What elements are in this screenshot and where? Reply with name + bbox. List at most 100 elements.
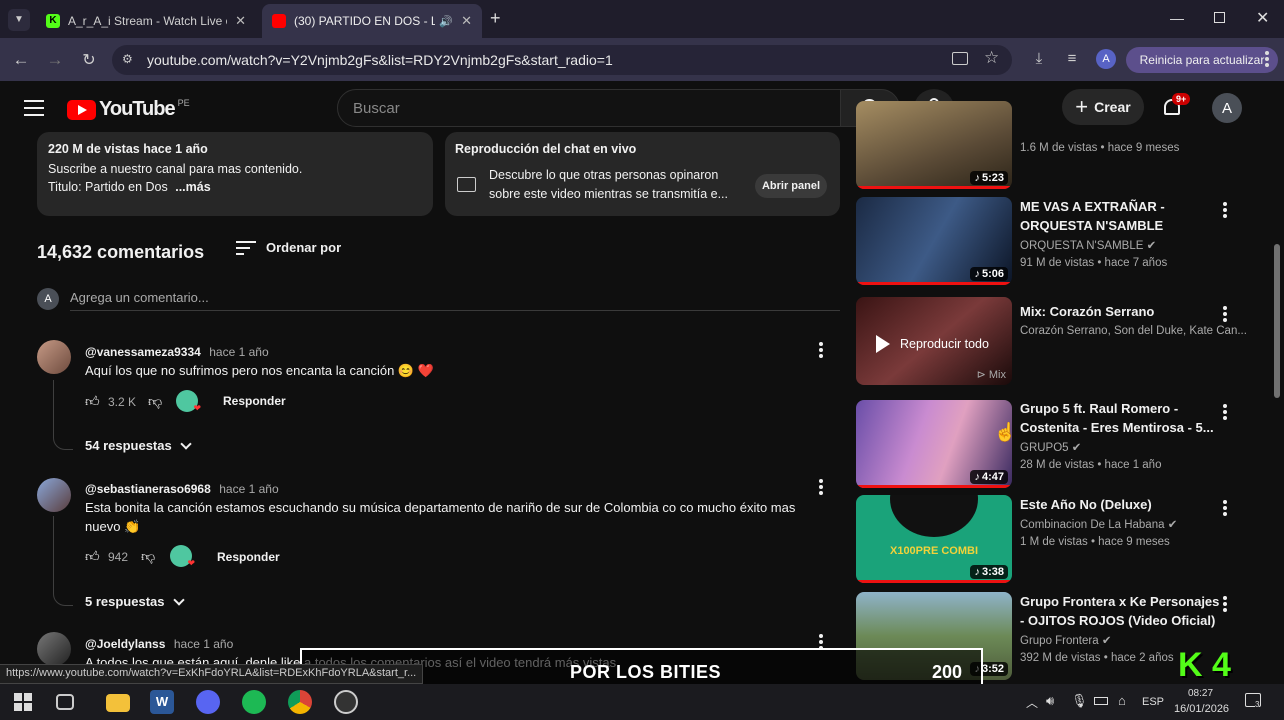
like-icon[interactable]: 👍︎ <box>85 393 100 410</box>
obs-icon[interactable] <box>334 690 358 714</box>
video-thumbnail[interactable]: ♪ 5:23 <box>856 101 1012 189</box>
mix-thumbnail[interactable]: Reproducir todo ⊳ Mix <box>856 297 1012 385</box>
create-button[interactable]: + Crear <box>1062 89 1144 125</box>
like-icon[interactable]: 👍︎ <box>85 548 100 565</box>
video-menu-icon[interactable] <box>1223 596 1227 614</box>
youtube-wordmark: YouTube <box>99 98 176 120</box>
video-title[interactable]: ME VAS A EXTRAÑAR - ORQUESTA N'SAMBLE <box>1020 197 1220 235</box>
comment-author[interactable]: @Joeldylanss <box>85 637 165 651</box>
download-icon[interactable]: ⤓ <box>1030 50 1048 67</box>
video-channel[interactable]: Combinacion De La Habana ✔︎ <box>1020 517 1177 531</box>
chevron-down-icon <box>172 593 185 606</box>
comment-time[interactable]: hace 1 año <box>219 482 278 496</box>
play-all-overlay[interactable]: Reproducir todo <box>876 335 989 353</box>
comment-author[interactable]: @sebastianeraso6968 <box>85 482 211 496</box>
description-card[interactable]: 220 M de vistas hace 1 año Suscribe a nu… <box>37 132 433 216</box>
add-comment-input[interactable]: Agrega un comentario... <box>70 289 840 311</box>
sort-button[interactable]: Ordenar por <box>236 240 341 255</box>
minimize-icon[interactable]: — <box>1170 10 1184 26</box>
page-scrollbar[interactable] <box>1274 244 1280 398</box>
mic-tray-icon[interactable]: 🎙︎ <box>1071 693 1088 709</box>
new-tab-icon[interactable]: + <box>490 8 501 29</box>
video-meta: 91 M de vistas • hace 7 años <box>1020 257 1168 269</box>
description-line1: Suscribe a nuestro canal para mas conten… <box>48 162 303 176</box>
video-menu-icon[interactable] <box>1223 306 1227 324</box>
comment-time[interactable]: hace 1 año <box>209 345 268 359</box>
replies-toggle[interactable]: 5 respuestas <box>85 593 185 609</box>
task-view-icon[interactable] <box>56 694 74 710</box>
video-menu-icon[interactable] <box>1223 404 1227 422</box>
open-panel-button[interactable]: Abrir panel <box>755 174 827 198</box>
browser-profile-avatar[interactable]: A <box>1096 49 1116 69</box>
back-icon[interactable]: ← <box>10 50 32 70</box>
video-title[interactable]: Mix: Corazón Serrano <box>1020 302 1220 321</box>
notification-center-icon[interactable]: 3 <box>1245 693 1261 709</box>
search-input[interactable]: Buscar <box>337 89 841 127</box>
tab-search-button[interactable]: ▼ <box>8 9 30 31</box>
video-title[interactable]: Este Año No (Deluxe) <box>1020 495 1220 514</box>
media-controls-icon[interactable]: ≡ <box>1063 50 1081 67</box>
video-thumbnail[interactable]: ♪ 4:47 <box>856 400 1012 488</box>
video-menu-icon[interactable] <box>1223 500 1227 518</box>
file-explorer-icon[interactable] <box>106 694 130 712</box>
video-thumbnail[interactable]: X100PRE COMBI ♪ 3:38 <box>856 495 1012 583</box>
tab-close-icon[interactable]: ✕ <box>235 13 246 29</box>
word-icon[interactable]: W <box>150 690 174 714</box>
comment-menu-icon[interactable] <box>819 342 823 360</box>
thread-line <box>53 516 73 606</box>
tray-chevron-icon[interactable]: ︿ <box>1026 694 1038 711</box>
discord-icon[interactable] <box>196 690 220 714</box>
tab-stream[interactable]: K A_r_A_i Stream - Watch Live on ✕ <box>36 4 256 38</box>
clock-time[interactable]: 08:27 <box>1188 688 1213 699</box>
account-avatar[interactable]: A <box>1212 93 1242 123</box>
chrome-icon[interactable] <box>288 690 312 714</box>
bookmark-star-icon[interactable]: ☆ <box>984 48 999 68</box>
creator-heart-avatar: ❤ <box>170 545 195 568</box>
video-channel[interactable]: Corazón Serrano, Son del Duke, Kate Can.… <box>1020 325 1247 337</box>
reply-button[interactable]: Responder <box>223 394 286 408</box>
clock-date[interactable]: 16/01/2026 <box>1174 703 1229 715</box>
tab-youtube[interactable]: (30) PARTIDO EN DOS - LA 🔊 ✕ <box>262 4 482 38</box>
reply-button[interactable]: Responder <box>217 550 280 564</box>
comment-avatar[interactable] <box>37 478 71 512</box>
youtube-logo[interactable]: YouTube PE <box>67 98 190 121</box>
comment-menu-icon[interactable] <box>819 479 823 497</box>
restore-icon[interactable] <box>1214 12 1225 23</box>
dislike-icon[interactable]: 👎︎ <box>148 393 162 410</box>
cast-icon[interactable] <box>952 52 968 65</box>
youtube-play-icon <box>67 99 96 120</box>
network-icon[interactable]: ⌂ <box>1118 693 1126 708</box>
spotify-icon[interactable] <box>242 690 266 714</box>
notifications-button[interactable]: 9+ <box>1160 93 1191 121</box>
video-channel[interactable]: GRUPO5 ✔︎ <box>1020 440 1081 454</box>
show-more-link[interactable]: ...más <box>175 180 210 194</box>
language-indicator[interactable]: ESP <box>1142 696 1164 708</box>
comment-avatar[interactable] <box>37 340 71 374</box>
video-channel[interactable]: Grupo Frontera ✔︎ <box>1020 633 1111 647</box>
video-title[interactable]: Grupo Frontera x Ke Personajes - OJITOS … <box>1020 592 1220 630</box>
comment-text: Aquí los que no sufrimos pero nos encant… <box>85 363 434 378</box>
comment-header: @sebastianeraso6968 hace 1 año <box>85 480 279 498</box>
address-bar[interactable]: ⚙ youtube.com/watch?v=Y2Vnjmb2gFs&list=R… <box>112 45 1012 75</box>
close-window-icon[interactable]: ✕ <box>1256 8 1269 28</box>
video-title[interactable]: Grupo 5 ft. Raul Romero - Costenita - Er… <box>1020 399 1220 437</box>
comment-author[interactable]: @vanessameza9334 <box>85 345 201 359</box>
volume-icon[interactable]: 🔊︎ <box>1046 693 1054 709</box>
battery-icon[interactable] <box>1094 697 1108 705</box>
video-thumbnail[interactable]: ♪ 5:06 <box>856 197 1012 285</box>
forward-icon[interactable]: → <box>44 50 66 70</box>
dislike-icon[interactable]: 👎︎ <box>141 548 155 565</box>
comment-time[interactable]: hace 1 año <box>174 637 233 651</box>
update-button[interactable]: Reinicia para actualizar <box>1126 47 1278 73</box>
windows-start-icon[interactable] <box>14 693 32 711</box>
video-menu-icon[interactable] <box>1223 202 1227 220</box>
reload-icon[interactable]: ↻ <box>78 50 100 70</box>
tab-title: (30) PARTIDO EN DOS - LA <box>294 14 436 28</box>
comment-avatar[interactable] <box>37 632 71 666</box>
video-channel[interactable]: ORQUESTA N'SAMBLE ✔︎ <box>1020 238 1156 252</box>
site-info-icon[interactable]: ⚙ <box>122 52 133 66</box>
replies-toggle[interactable]: 54 respuestas <box>85 437 192 453</box>
guide-menu-icon[interactable] <box>24 100 44 116</box>
tab-close-icon[interactable]: ✕ <box>461 13 472 29</box>
speaker-icon[interactable]: 🔊 <box>439 15 453 28</box>
